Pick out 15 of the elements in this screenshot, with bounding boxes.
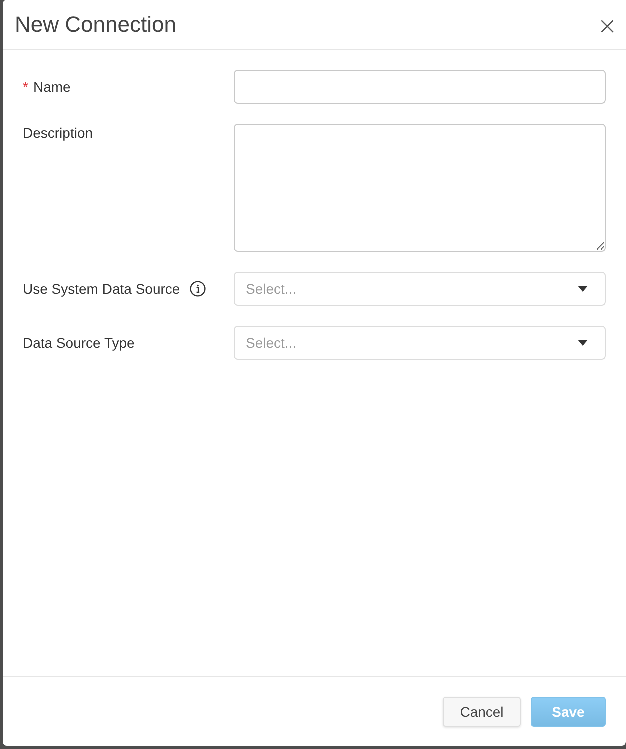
cancel-button[interactable]: Cancel bbox=[443, 697, 521, 727]
caret-down-icon bbox=[578, 286, 588, 292]
select-field[interactable]: Select... bbox=[234, 272, 606, 306]
field-label: Name bbox=[33, 78, 71, 96]
close-icon[interactable] bbox=[601, 20, 614, 33]
dialog-title: New Connection bbox=[15, 10, 176, 38]
required-mark: * bbox=[23, 78, 28, 96]
description-field[interactable] bbox=[234, 124, 606, 252]
field-label: Data Source Type bbox=[23, 334, 135, 352]
caret-down-icon bbox=[578, 340, 588, 346]
field-label: Use System Data Source bbox=[23, 280, 180, 298]
select-field[interactable]: Select... bbox=[234, 326, 606, 360]
field-label: Description bbox=[23, 124, 94, 142]
info-icon[interactable] bbox=[190, 281, 206, 297]
name-field[interactable] bbox=[234, 70, 606, 104]
